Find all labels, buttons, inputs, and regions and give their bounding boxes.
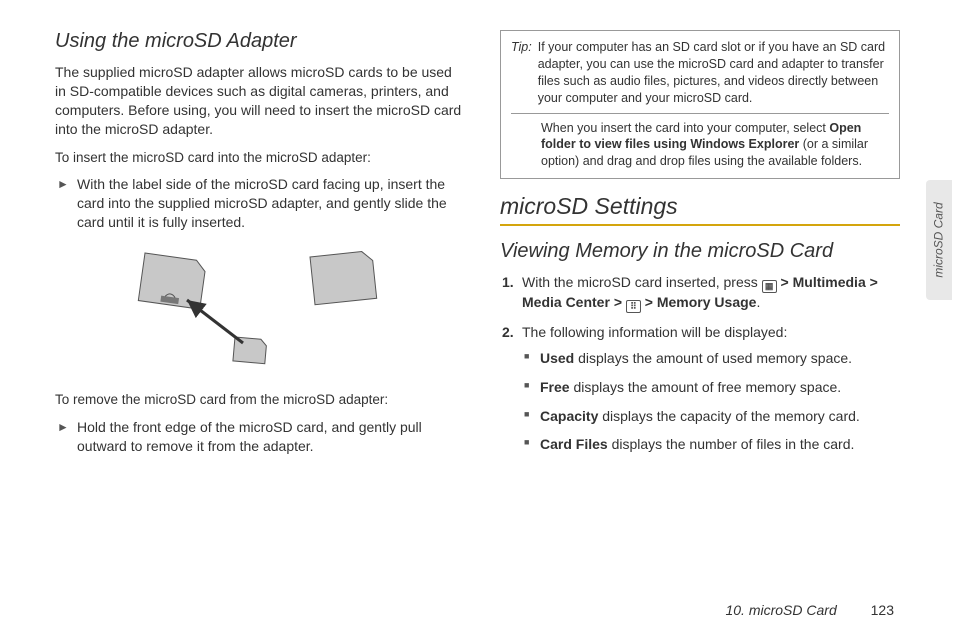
options-key-icon: ⠿: [626, 300, 641, 313]
tip-label: Tip:: [511, 39, 532, 107]
step-2-number: 2.: [502, 323, 514, 343]
step-2: 2. The following information will be dis…: [522, 323, 900, 454]
sep-1: >: [781, 274, 789, 290]
capacity-label: Capacity: [540, 408, 598, 424]
side-tab: microSD Card: [926, 180, 952, 300]
sep-3: >: [614, 294, 622, 310]
info-list: Used displays the amount of used memory …: [522, 349, 900, 455]
left-column: Using the microSD Adapter The supplied m…: [55, 30, 465, 585]
cardfiles-label: Card Files: [540, 436, 608, 452]
step-2-text: The following information will be displa…: [522, 324, 787, 340]
insert-label: To insert the microSD card into the micr…: [55, 149, 465, 167]
info-capacity: Capacity displays the capacity of the me…: [540, 407, 900, 426]
sep-4: >: [645, 294, 653, 310]
tip-body-1: If your computer has an SD card slot or …: [538, 39, 889, 107]
nav-multimedia: Multimedia: [793, 274, 866, 290]
menu-key-icon: ▦: [762, 280, 777, 293]
footer-chapter: 10. microSD Card: [725, 602, 836, 618]
side-tab-label: microSD Card: [932, 202, 946, 277]
heading-viewing-memory: Viewing Memory in the microSD Card: [500, 240, 900, 263]
page-columns: Using the microSD Adapter The supplied m…: [55, 30, 904, 585]
tip-box: Tip: If your computer has an SD card slo…: [500, 30, 900, 179]
info-free: Free displays the amount of free memory …: [540, 378, 900, 397]
right-column: Tip: If your computer has an SD card slo…: [500, 30, 900, 585]
intro-paragraph: The supplied microSD adapter allows micr…: [55, 63, 465, 139]
page-footer: 10. microSD Card 123: [725, 602, 894, 618]
insert-step-1: With the label side of the microSD card …: [77, 175, 465, 232]
sep-2: >: [870, 274, 878, 290]
steps-list: 1. With the microSD card inserted, press…: [500, 273, 900, 454]
tip-body2-pre: When you insert the card into your compu…: [541, 121, 829, 135]
sd-adapter-diagram: [55, 245, 465, 375]
step-1: 1. With the microSD card inserted, press…: [522, 273, 900, 313]
used-text: displays the amount of used memory space…: [574, 350, 852, 366]
free-text: displays the amount of free memory space…: [570, 379, 842, 395]
remove-steps: Hold the front edge of the microSD card,…: [55, 418, 465, 456]
info-cardfiles: Card Files displays the number of files …: [540, 435, 900, 454]
free-label: Free: [540, 379, 570, 395]
footer-page-number: 123: [871, 602, 894, 618]
nav-memory-usage: Memory Usage: [657, 294, 757, 310]
remove-step-1: Hold the front edge of the microSD card,…: [77, 418, 465, 456]
capacity-text: displays the capacity of the memory card…: [598, 408, 859, 424]
tip-body-2: When you insert the card into your compu…: [511, 120, 889, 171]
nav-media-center: Media Center: [522, 294, 610, 310]
info-used: Used displays the amount of used memory …: [540, 349, 900, 368]
step-1-number: 1.: [502, 273, 514, 293]
insert-steps: With the label side of the microSD card …: [55, 175, 465, 232]
heading-using-adapter: Using the microSD Adapter: [55, 30, 465, 53]
used-label: Used: [540, 350, 574, 366]
remove-label: To remove the microSD card from the micr…: [55, 391, 465, 409]
cardfiles-text: displays the number of files in the card…: [608, 436, 855, 452]
step-1-pre: With the microSD card inserted, press: [522, 274, 762, 290]
heading-microsd-settings: microSD Settings: [500, 193, 900, 226]
